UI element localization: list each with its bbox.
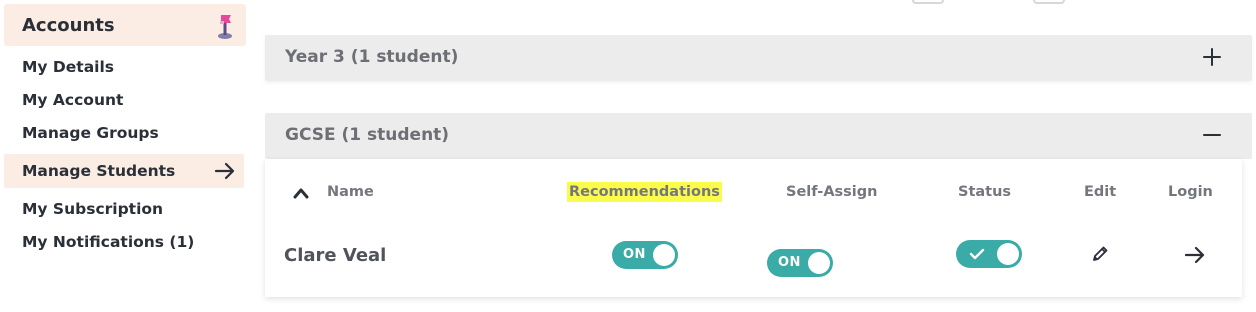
arrow-right-icon — [214, 162, 235, 180]
sidebar-item-label: Manage Students — [22, 162, 176, 180]
status-toggle[interactable] — [956, 240, 1022, 268]
recommendations-toggle[interactable]: ON — [612, 241, 678, 269]
account-sidebar: Accounts My Details My Account Manage Gr… — [0, 0, 250, 312]
column-header-self-assign: Self-Assign — [786, 184, 878, 200]
column-header-name[interactable]: Name — [327, 184, 374, 200]
top-control-fragment — [1033, 0, 1065, 4]
self-assign-toggle[interactable]: ON — [767, 249, 833, 277]
group-title: GCSE (1 student) — [285, 125, 450, 145]
sidebar-item-manage-groups[interactable]: Manage Groups — [22, 124, 159, 142]
group-header-year-3[interactable]: Year 3 (1 student) — [265, 35, 1252, 81]
column-header-edit: Edit — [1084, 184, 1117, 200]
minus-icon[interactable] — [1202, 125, 1222, 145]
arrow-right-icon[interactable] — [1184, 246, 1206, 264]
sidebar-item-my-account[interactable]: My Account — [22, 91, 123, 109]
column-header-status: Status — [958, 184, 1012, 200]
students-table: Name Recommendations Self-Assign Status … — [265, 159, 1242, 297]
toggle-label: ON — [778, 255, 801, 270]
group-header-gcse[interactable]: GCSE (1 student) — [265, 113, 1252, 159]
flag-logo-icon — [218, 15, 232, 39]
sidebar-title: Accounts — [22, 15, 115, 36]
sidebar-item-my-details[interactable]: My Details — [22, 58, 114, 76]
toggle-knob — [653, 244, 675, 266]
sidebar-item-my-notifications[interactable]: My Notifications (1) — [22, 233, 194, 251]
pencil-icon[interactable] — [1091, 245, 1109, 263]
sidebar-item-manage-students[interactable]: Manage Students — [4, 154, 244, 188]
sidebar-item-my-subscription[interactable]: My Subscription — [22, 200, 163, 218]
chevron-up-icon[interactable] — [293, 187, 309, 199]
check-icon — [969, 248, 985, 260]
toggle-knob — [808, 252, 830, 274]
sidebar-header: Accounts — [4, 4, 246, 46]
plus-icon[interactable] — [1202, 47, 1222, 67]
group-title: Year 3 (1 student) — [285, 47, 459, 67]
student-name: Clare Veal — [284, 245, 387, 266]
top-control-fragment — [912, 0, 944, 4]
toggle-knob — [997, 243, 1019, 265]
toggle-label: ON — [623, 247, 646, 262]
column-header-login: Login — [1168, 184, 1213, 200]
column-header-recommendations: Recommendations — [567, 182, 722, 202]
